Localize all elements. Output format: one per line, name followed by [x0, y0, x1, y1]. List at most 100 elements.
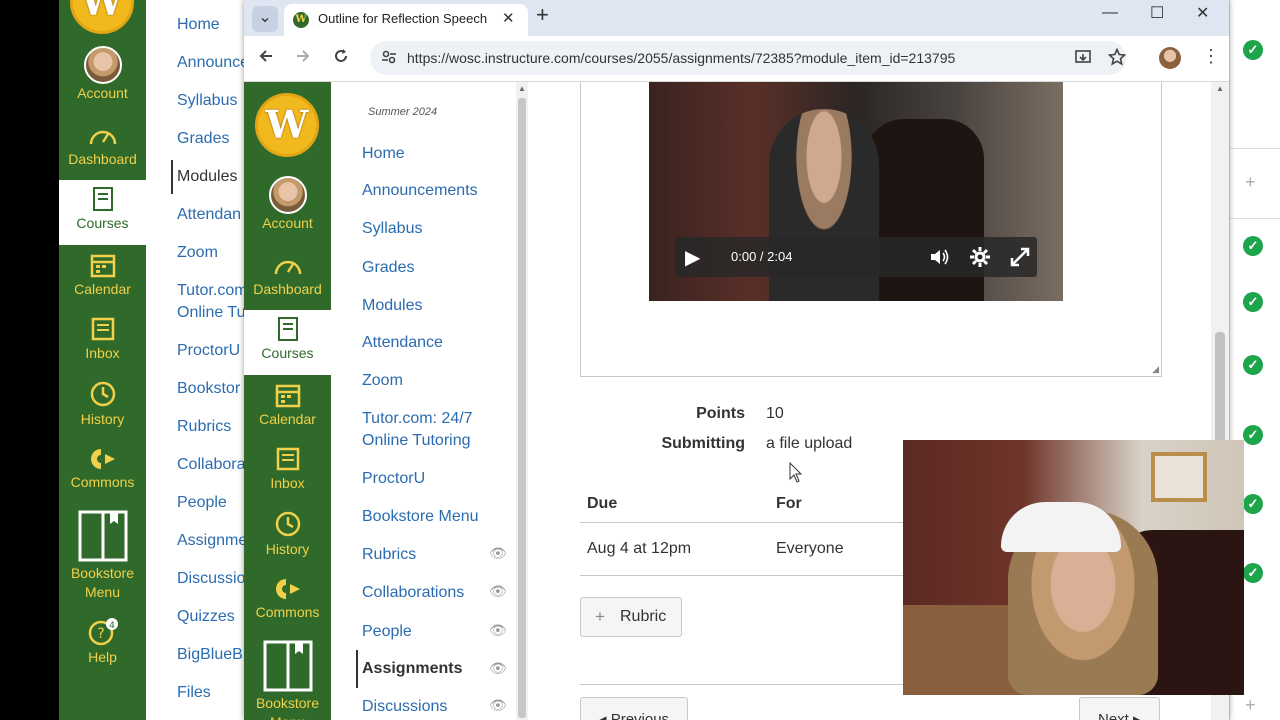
bookmark-star-icon[interactable] [1108, 48, 1126, 66]
bg-course-link[interactable]: Syllabus [177, 90, 237, 112]
profile-avatar[interactable] [1159, 47, 1181, 69]
scrollbar-thumb[interactable] [1215, 332, 1225, 452]
tab-close-icon[interactable]: ✕ [502, 9, 515, 27]
scroll-up-arrow-icon[interactable]: ▲ [518, 84, 526, 93]
bg-course-link[interactable]: Grades [177, 128, 229, 150]
history-icon [275, 511, 300, 537]
bg-course-link[interactable]: Announce [177, 52, 244, 74]
school-logo[interactable]: W [255, 93, 319, 157]
bg-nav-calendar[interactable]: Calendar [59, 252, 146, 299]
browser-tab[interactable]: W Outline for Reflection Speech ✕ [284, 4, 528, 36]
bg-nav-courses[interactable]: Courses [59, 180, 146, 245]
nav-commons[interactable]: Commons [244, 577, 331, 622]
bg-course-link[interactable]: Collabora [177, 454, 244, 476]
tab-title: Outline for Reflection Speech [318, 11, 488, 26]
bg-course-link[interactable]: Home [177, 14, 220, 36]
next-button[interactable]: Next ▸ [1079, 697, 1160, 720]
dashboard-icon [274, 260, 301, 275]
bg-course-link[interactable]: Zoom [177, 242, 218, 264]
minimize-button[interactable]: — [1102, 4, 1118, 22]
window-close-button[interactable]: ✕ [1196, 3, 1209, 23]
plus-icon[interactable]: + [1245, 172, 1256, 193]
course-nav-scrollbar[interactable]: ▲ [516, 82, 528, 720]
play-icon[interactable]: ▶ [685, 245, 700, 270]
bg-nav-inbox[interactable]: Inbox [59, 316, 146, 363]
nav-inbox[interactable]: Inbox [244, 446, 331, 493]
course-nav-people[interactable]: People [362, 621, 412, 643]
bg-nav-dashboard[interactable]: Dashboard [59, 124, 146, 169]
settings-gear-icon[interactable] [969, 246, 991, 268]
maximize-button[interactable]: ☐ [1150, 3, 1164, 23]
menu-kebab-icon[interactable]: ⋮ [1202, 46, 1220, 67]
bg-course-link-active[interactable]: Modules [171, 160, 237, 194]
bg-course-link[interactable]: Rubrics [177, 416, 231, 438]
url-bar[interactable]: https://wosc.instructure.com/courses/205… [370, 41, 1126, 75]
tab-search-button[interactable]: ⌄ [252, 6, 278, 32]
bg-course-link[interactable]: Discussio [177, 568, 244, 590]
bg-course-link[interactable]: Assignme [177, 530, 244, 552]
plus-icon[interactable]: + [1245, 695, 1256, 716]
nav-account[interactable]: Account [244, 176, 331, 233]
scroll-up-arrow-icon[interactable]: ▲ [1216, 84, 1224, 93]
mouse-cursor-icon [789, 462, 803, 483]
nav-bookstore[interactable]: Bookstore Menu [244, 640, 331, 720]
history-icon [90, 381, 115, 407]
reload-icon[interactable] [333, 48, 349, 64]
forward-arrow-icon[interactable] [295, 48, 311, 64]
course-nav-attendance[interactable]: Attendance [362, 332, 443, 354]
bg-nav-commons[interactable]: Commons [59, 447, 146, 492]
bg-course-link[interactable]: Attendan [177, 204, 241, 226]
course-nav-bookstore-menu[interactable]: Bookstore Menu [362, 506, 479, 528]
nav-dashboard[interactable]: Dashboard [244, 254, 331, 299]
school-logo[interactable]: W [70, 0, 134, 34]
bg-nav-account[interactable]: Account [59, 46, 146, 103]
hidden-eye-icon: 👁 [489, 697, 507, 713]
course-nav-rubrics[interactable]: Rubrics [362, 544, 416, 566]
bg-course-link[interactable]: BigBlueB [177, 644, 243, 666]
tab-bar: ⌄ W Outline for Reflection Speech ✕ + — … [244, 0, 1229, 36]
course-nav-discussions[interactable]: Discussions [362, 696, 447, 718]
volume-icon[interactable] [929, 247, 951, 267]
install-app-icon[interactable] [1074, 48, 1092, 66]
resize-handle-icon[interactable]: ◢ [1152, 364, 1159, 375]
scrollbar-thumb[interactable] [518, 98, 526, 718]
bg-course-link[interactable]: Bookstor [177, 378, 240, 400]
complete-check-icon: ✓ [1243, 563, 1263, 583]
course-nav-collaborations[interactable]: Collaborations [362, 582, 464, 604]
site-settings-icon[interactable] [381, 49, 397, 65]
rubric-button[interactable]: + Rubric [580, 597, 682, 637]
due-date-cell: Aug 4 at 12pm [587, 540, 692, 557]
bg-nav-history[interactable]: History [59, 380, 146, 429]
course-nav-proctoru[interactable]: ProctorU [362, 468, 425, 490]
course-nav-assignments[interactable]: Assignments [356, 650, 462, 688]
bg-course-link[interactable]: ProctorU [177, 340, 240, 362]
bg-course-link[interactable]: Tutor.com [177, 280, 244, 302]
bg-course-link[interactable]: Quizzes [177, 606, 235, 628]
video-player[interactable]: ▶ 0:00 / 2:04 [649, 82, 1063, 301]
previous-button[interactable]: ◂ Previous [580, 697, 689, 720]
back-arrow-icon[interactable] [258, 48, 274, 64]
course-nav-grades[interactable]: Grades [362, 257, 414, 279]
bg-course-link[interactable]: Online Tu [177, 302, 244, 324]
bg-course-link[interactable]: Files [177, 682, 211, 704]
points-value: 10 [766, 405, 784, 422]
course-nav-home[interactable]: Home [362, 143, 405, 165]
address-toolbar: https://wosc.instructure.com/courses/205… [244, 36, 1229, 82]
course-nav-announcements[interactable]: Announcements [362, 180, 478, 202]
nav-courses[interactable]: Courses [244, 310, 331, 375]
hidden-eye-icon: 👁 [489, 583, 507, 599]
nav-history[interactable]: History [244, 510, 331, 559]
bg-course-link[interactable]: People [177, 492, 227, 514]
course-nav-syllabus[interactable]: Syllabus [362, 218, 422, 240]
new-tab-button[interactable]: + [536, 2, 549, 28]
bg-nav-bookstore[interactable]: Bookstore Menu [59, 510, 146, 602]
complete-check-icon: ✓ [1243, 355, 1263, 375]
course-nav-tutor[interactable]: Tutor.com: 24/7 [362, 408, 473, 430]
bg-nav-help[interactable]: ? 4 Help [59, 618, 146, 667]
fullscreen-icon[interactable] [1009, 246, 1031, 268]
course-nav-tutor-line2[interactable]: Online Tutoring [362, 430, 471, 452]
commons-icon [90, 449, 115, 469]
nav-calendar[interactable]: Calendar [244, 382, 331, 429]
course-nav-modules[interactable]: Modules [362, 295, 422, 317]
course-nav-zoom[interactable]: Zoom [362, 370, 403, 392]
